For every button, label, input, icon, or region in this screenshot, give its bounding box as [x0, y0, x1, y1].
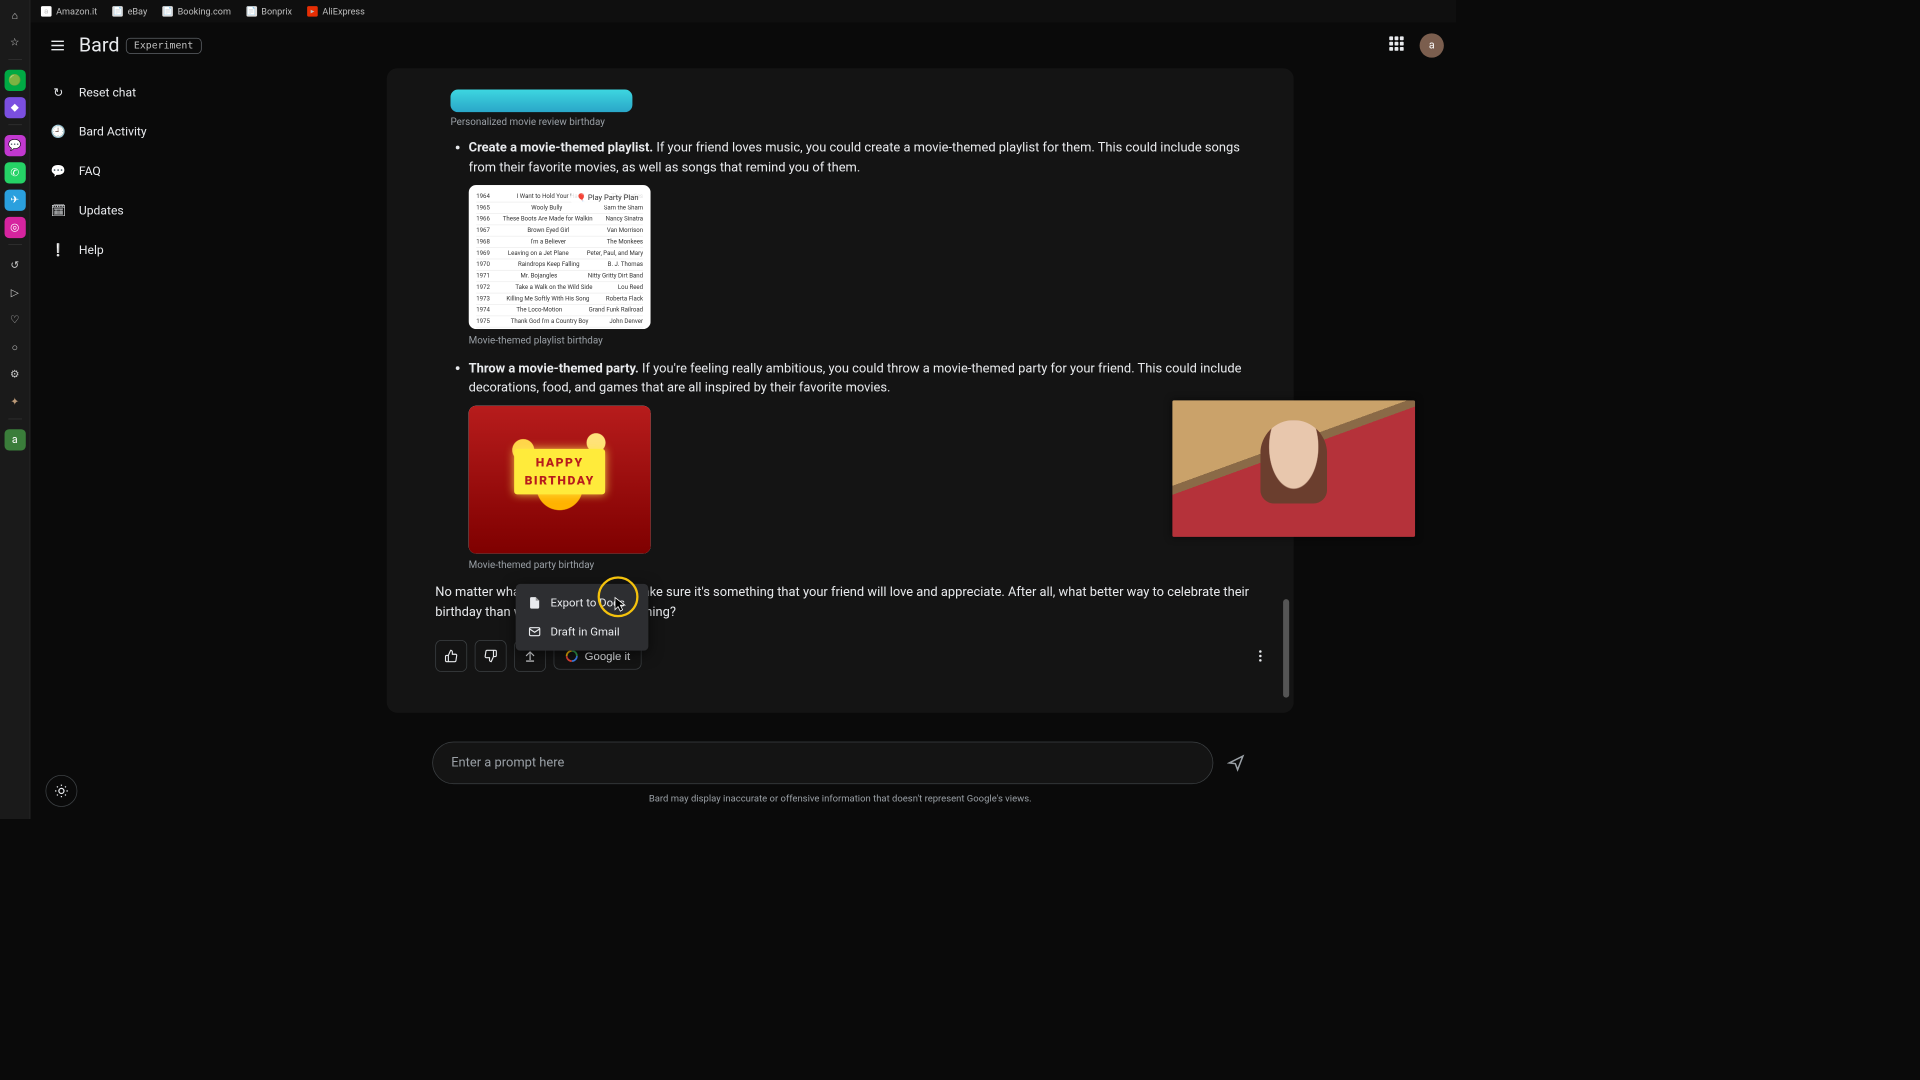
tab-label: eBay — [128, 6, 148, 17]
bard-activity-icon: 🕘 — [50, 123, 67, 140]
nav-item-bard-activity[interactable]: 🕘 Bard Activity — [39, 114, 218, 149]
sparkle-icon[interactable]: ✦ — [4, 391, 25, 412]
telegram-icon[interactable]: ✈ — [4, 190, 25, 211]
playlist-row: 1973Killing Me Softly With His SongRober… — [476, 293, 643, 304]
playlist-row: 1972Take a Walk on the Wild SideLou Reed — [476, 282, 643, 293]
theme-toggle-button[interactable] — [46, 775, 78, 807]
response-list: Create a movie-themed playlist. If your … — [408, 139, 1272, 573]
faq-icon: 💬 — [50, 162, 67, 179]
image-card-partial[interactable] — [450, 89, 632, 112]
export-menu: Export to Docs Draft in Gmail — [516, 584, 649, 651]
image-card-playlist[interactable]: 🎈 Play Party Plan 1964I Want to Hold You… — [469, 185, 651, 329]
playlist-row: 1968I'm a BelieverThe Monkees — [476, 237, 643, 248]
image-caption: Personalized movie review birthday — [450, 117, 1272, 128]
nav-label: Help — [79, 242, 104, 256]
webcam-pip[interactable] — [1172, 400, 1415, 537]
playlist-row: 1970Raindrops Keep FallingB. J. Thomas — [476, 259, 643, 270]
history-icon[interactable]: ↺ — [4, 255, 25, 276]
instagram-icon[interactable]: ◎ — [4, 217, 25, 238]
tab-label: Amazon.it — [56, 6, 97, 17]
list-item: Throw a movie-themed party. If you're fe… — [469, 359, 1258, 572]
prompt-bar: Enter a prompt here — [432, 742, 1248, 784]
disclaimer-text: Bard may display inaccurate or offensive… — [387, 793, 1294, 804]
draft-in-gmail-item[interactable]: Draft in Gmail — [516, 617, 649, 646]
prompt-placeholder: Enter a prompt here — [451, 755, 564, 770]
playlist-row: 1966These Boots Are Made for WalkinNancy… — [476, 214, 643, 225]
left-nav: ↻ Reset chat 🕘 Bard Activity 💬 FAQ 🗓 Updates ❕ He… — [30, 68, 227, 273]
tab-label: AliExpress — [322, 6, 364, 17]
browser-tab[interactable]: a Amazon.it — [35, 3, 103, 20]
favicon-icon: 📄 — [246, 6, 257, 17]
reset-chat-icon: ↻ — [50, 83, 67, 100]
google-it-label: Google it — [585, 650, 631, 663]
browser-tab[interactable]: 📄 eBay — [106, 3, 153, 20]
messenger-icon[interactable]: 💬 — [4, 135, 25, 156]
thumbs-up-button[interactable] — [435, 640, 467, 672]
nav-label: Bard Activity — [79, 124, 147, 138]
favicon-icon: 📄 — [162, 6, 173, 17]
tab-label: Booking.com — [178, 6, 231, 17]
star-icon[interactable]: ☆ — [4, 32, 25, 53]
updates-icon: 🗓 — [50, 202, 67, 219]
favicon-icon: a — [41, 6, 52, 17]
list-item-bold: Throw a movie-themed party. — [469, 361, 639, 376]
send-button[interactable] — [1224, 751, 1248, 775]
playlist-row: 1971Mr. BojanglesNitty Gritty Dirt Band — [476, 271, 643, 282]
app-badge-a[interactable]: a — [4, 429, 25, 450]
circle-icon[interactable]: ○ — [4, 337, 25, 358]
play-icon[interactable]: ▷ — [4, 282, 25, 303]
browser-tab[interactable]: ▸ AliExpress — [301, 3, 371, 20]
playlist-row: 1976Blinded by the LightManfred Mann — [476, 328, 643, 330]
browser-tab-strip: a Amazon.it 📄 eBay 📄 Booking.com 📄 Bonprix ▸ AliE… — [30, 0, 1456, 23]
export-docs-label: Export to Docs — [551, 596, 625, 610]
nav-label: Reset chat — [79, 85, 136, 99]
tab-label: Bonprix — [261, 6, 292, 17]
avatar[interactable]: a — [1420, 33, 1444, 57]
export-to-docs-item[interactable]: Export to Docs — [516, 588, 649, 617]
playlist-row: 1969Leaving on a Jet PlanePeter, Paul, a… — [476, 248, 643, 259]
image-source-chip: 🎈 Play Party Plan — [570, 191, 644, 205]
gear-icon[interactable]: ⚙ — [4, 364, 25, 385]
thumbs-down-button[interactable] — [475, 640, 507, 672]
help-icon: ❕ — [50, 241, 67, 258]
favicon-icon: ▸ — [307, 6, 318, 17]
image-caption: Movie-themed party birthday — [469, 558, 1258, 573]
more-options-icon[interactable] — [1248, 644, 1272, 668]
experiment-chip: Experiment — [126, 38, 202, 54]
heart-icon[interactable]: ♡ — [4, 309, 25, 330]
menu-icon[interactable] — [42, 30, 72, 60]
playlist-row: 1975Thank God I'm a Country BoyJohn Denv… — [476, 316, 643, 327]
app-icon-2[interactable]: ◆ — [4, 97, 25, 118]
app-icon-1[interactable]: 🟢 — [4, 70, 25, 91]
playlist-row: 1974The Loco-MotionGrand Funk Railroad — [476, 305, 643, 316]
prompt-input[interactable]: Enter a prompt here — [432, 742, 1213, 784]
list-item: Create a movie-themed playlist. If your … — [469, 139, 1258, 349]
image-card-party[interactable]: a Amazon.com HAPPY BIRTHDAY — [469, 405, 651, 553]
os-side-rail: ⌂ ☆ 🟢 ◆ 💬 ✆ ✈ ◎ ↺ ▷ ♡ ○ ⚙ ✦ a — [0, 0, 30, 819]
playlist-row: 1967Brown Eyed GirlVan Morrison — [476, 225, 643, 236]
nav-label: Updates — [79, 203, 124, 217]
nav-item-help[interactable]: ❕ Help — [39, 232, 218, 267]
nav-item-faq[interactable]: 💬 FAQ — [39, 153, 218, 188]
favicon-icon: 📄 — [112, 6, 123, 17]
brand-title: Bard — [79, 34, 120, 57]
nav-label: FAQ — [79, 163, 101, 177]
browser-tab[interactable]: 📄 Booking.com — [156, 3, 237, 20]
app-header: Bard Experiment a — [30, 23, 1456, 69]
nav-item-reset-chat[interactable]: ↻ Reset chat — [39, 74, 218, 109]
browser-tab[interactable]: 📄 Bonprix — [240, 3, 298, 20]
list-item-bold: Create a movie-themed playlist. — [469, 140, 654, 155]
apps-grid-icon[interactable] — [1389, 36, 1407, 54]
scrollbar-thumb[interactable] — [1283, 599, 1289, 698]
whatsapp-icon[interactable]: ✆ — [4, 162, 25, 183]
image-caption: Movie-themed playlist birthday — [469, 334, 1258, 349]
home-icon[interactable]: ⌂ — [4, 5, 25, 26]
draft-gmail-label: Draft in Gmail — [551, 625, 620, 639]
nav-item-updates[interactable]: 🗓 Updates — [39, 193, 218, 228]
party-banner-text: HAPPY BIRTHDAY — [514, 449, 605, 495]
